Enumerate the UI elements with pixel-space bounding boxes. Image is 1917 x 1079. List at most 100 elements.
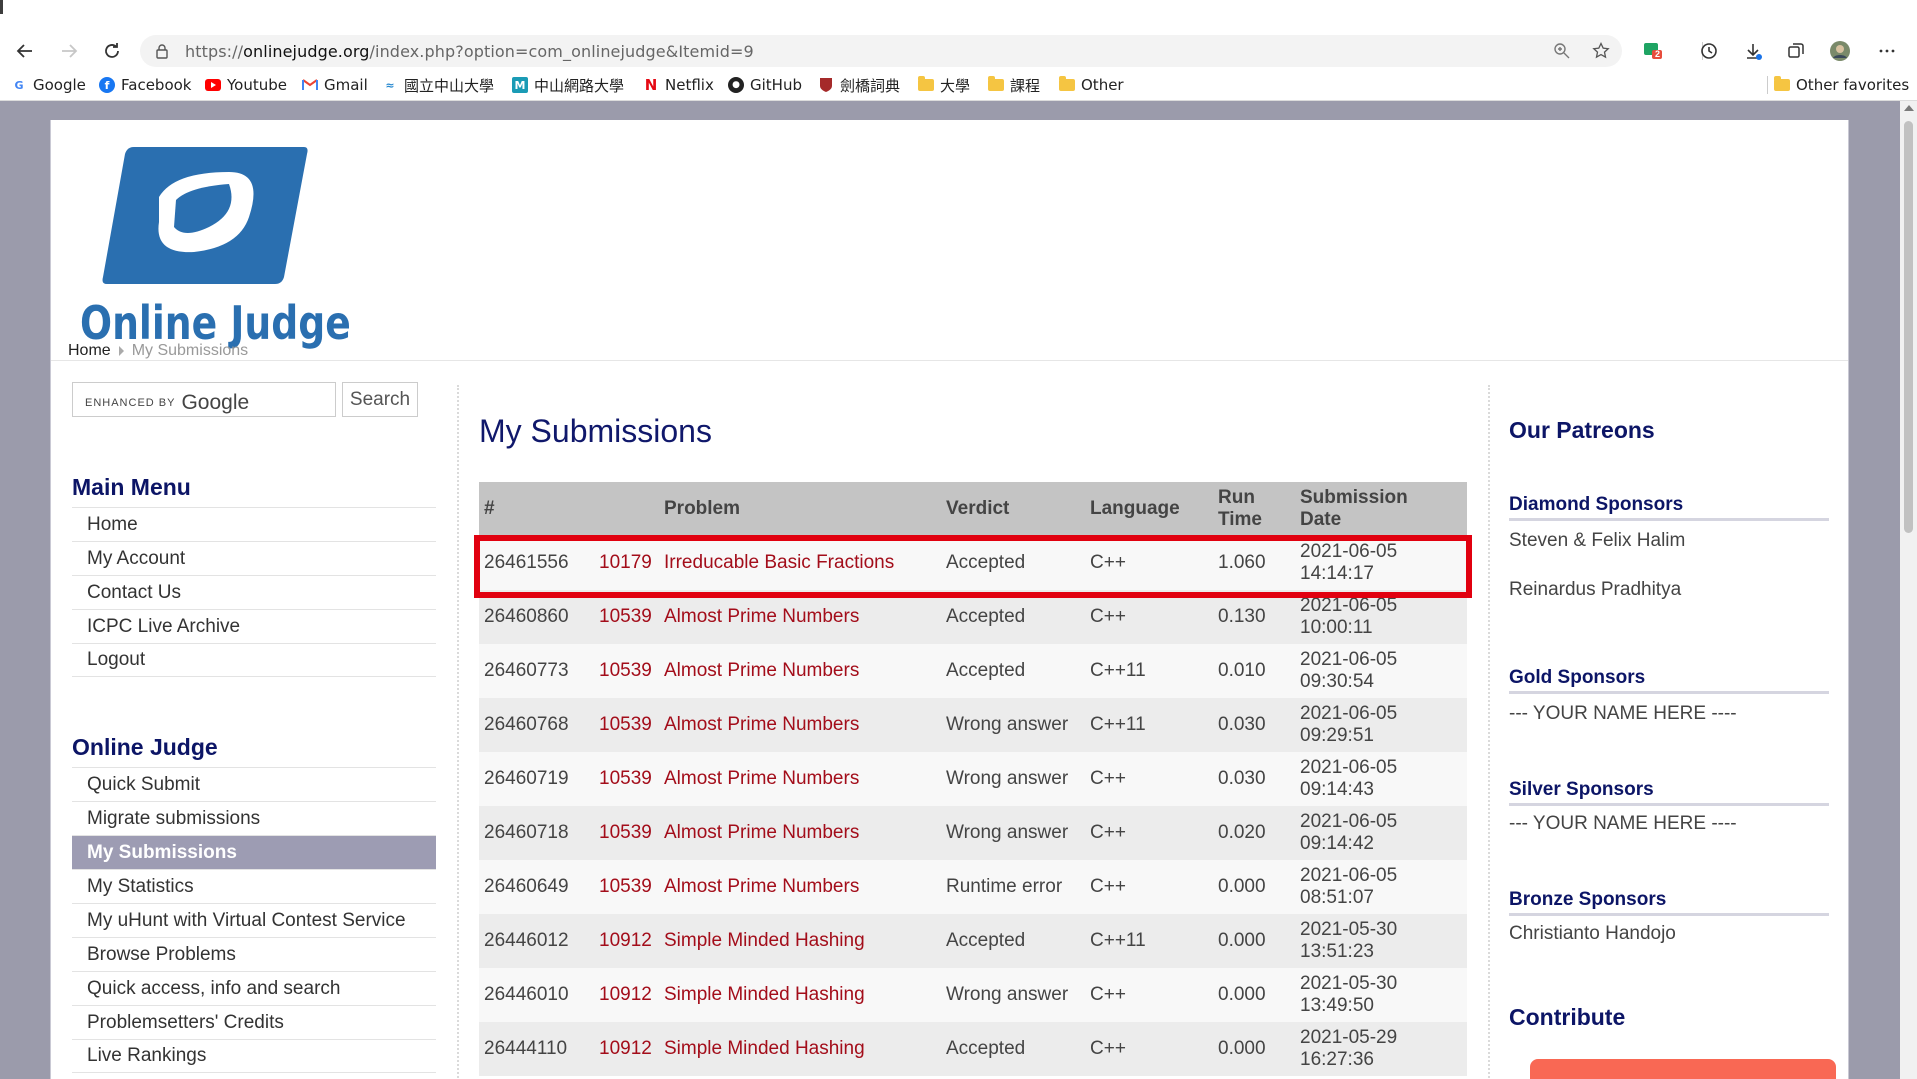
problem-id-link[interactable]: 10912 — [594, 914, 659, 968]
language: C++ — [1085, 536, 1213, 590]
bookmark-youtube[interactable]: Youtube — [205, 75, 287, 95]
problem-id-link[interactable]: 10539 — [594, 752, 659, 806]
enhanced-by-label: ENHANCED BY — [85, 397, 176, 409]
problem-id-link[interactable]: 10539 — [594, 590, 659, 644]
table-row: 26461556 10179 Irreducable Basic Fractio… — [479, 536, 1467, 590]
menu-item-migrate-submissions[interactable]: Migrate submissions — [72, 801, 436, 835]
bookmark-nsysu[interactable]: ≈ 國立中山大學 — [382, 75, 494, 95]
problem-name-link[interactable]: Almost Prime Numbers — [659, 644, 941, 698]
problem-name-link[interactable]: Almost Prime Numbers — [659, 590, 941, 644]
date-part: 2021-06-05 — [1300, 865, 1398, 886]
menu-item-live-rankings[interactable]: Live Rankings — [72, 1039, 436, 1073]
run-time: 0.000 — [1213, 914, 1295, 968]
extension-badge-icon[interactable]: 2 — [1642, 39, 1664, 61]
problem-name-link[interactable]: Simple Minded Hashing — [659, 1022, 941, 1076]
downloads-button[interactable] — [1737, 35, 1769, 67]
breadcrumb-home-link[interactable]: Home — [68, 342, 111, 360]
reload-button[interactable] — [96, 35, 128, 67]
menu-item-my-statistics[interactable]: My Statistics — [72, 869, 436, 903]
verdict: Accepted — [941, 914, 1085, 968]
problem-id-link[interactable]: 10179 — [594, 536, 659, 590]
problem-id-link[interactable]: 10539 — [594, 806, 659, 860]
history-button[interactable] — [1693, 35, 1725, 67]
problem-name-link[interactable]: Almost Prime Numbers — [659, 860, 941, 914]
submission-id: 26460768 — [479, 698, 594, 752]
date-part: 2021-06-05 — [1300, 703, 1398, 724]
date-part: 2021-06-05 — [1300, 595, 1398, 616]
search-button[interactable]: Search — [342, 382, 418, 417]
menu-item-browse-problems[interactable]: Browse Problems — [72, 937, 436, 971]
back-button[interactable] — [9, 35, 41, 67]
time-part: 08:51:07 — [1300, 887, 1374, 908]
submission-date: 2021-06-05 10:00:11 — [1295, 590, 1467, 644]
problem-id-link[interactable]: 10539 — [594, 644, 659, 698]
problem-name-link[interactable]: Simple Minded Hashing — [659, 968, 941, 1022]
menu-item-contact-us[interactable]: Contact Us — [72, 575, 436, 609]
submission-date: 2021-05-29 16:27:36 — [1295, 1022, 1467, 1076]
language: C++ — [1085, 860, 1213, 914]
bookmark-netflix[interactable]: N Netflix — [643, 75, 714, 95]
bookmark-facebook[interactable]: f Facebook — [99, 75, 191, 95]
submission-date: 2021-06-05 09:30:54 — [1295, 644, 1467, 698]
menu-item-quick-submit[interactable]: Quick Submit — [72, 767, 436, 801]
bookmark-cyber-univ[interactable]: M 中山網路大學 — [512, 75, 624, 95]
problem-id-link[interactable]: 10912 — [594, 1022, 659, 1076]
submission-id: 26461556 — [479, 536, 594, 590]
run-time: 0.020 — [1213, 806, 1295, 860]
settings-more-button[interactable] — [1871, 35, 1903, 67]
scrollbar-thumb[interactable] — [1904, 121, 1913, 533]
scroll-up-arrow-icon[interactable] — [1904, 105, 1914, 111]
bookmark-folder-other[interactable]: Other — [1059, 75, 1124, 95]
bookmark-folder-courses[interactable]: 課程 — [988, 75, 1040, 95]
menu-item-my-account[interactable]: My Account — [72, 541, 436, 575]
menu-item-my-submissions[interactable]: My Submissions — [72, 835, 436, 869]
column-header-submission-date: Submission Date — [1295, 482, 1467, 536]
patreon-donate-button[interactable] — [1530, 1059, 1836, 1079]
menu-item-quick-access[interactable]: Quick access, info and search — [72, 971, 436, 1005]
collections-button[interactable] — [1780, 35, 1812, 67]
column-header-language: Language — [1085, 482, 1213, 536]
menu-item-logout[interactable]: Logout — [72, 643, 436, 677]
favorite-star-icon[interactable] — [1592, 42, 1610, 60]
lock-icon[interactable] — [154, 43, 170, 59]
silver-sponsors-heading: Silver Sponsors — [1509, 779, 1829, 806]
problem-name-link[interactable]: Simple Minded Hashing — [659, 914, 941, 968]
problem-name-link[interactable]: Irreducable Basic Fractions — [659, 536, 941, 590]
problem-id-link[interactable]: 10539 — [594, 860, 659, 914]
netflix-icon: N — [644, 76, 658, 94]
gold-sponsors-heading: Gold Sponsors — [1509, 667, 1829, 694]
table-row: 26460773 10539 Almost Prime Numbers Acce… — [479, 644, 1467, 698]
verdict: Wrong answer — [941, 806, 1085, 860]
google-wordmark: Google — [181, 391, 250, 414]
menu-item-icpc-live-archive[interactable]: ICPC Live Archive — [72, 609, 436, 643]
forward-button[interactable] — [53, 35, 85, 67]
bookmark-gmail[interactable]: Gmail — [302, 75, 368, 95]
bookmark-github[interactable]: ● GitHub — [728, 75, 802, 95]
language: C++11 — [1085, 914, 1213, 968]
bookmark-google[interactable]: G Google — [11, 75, 85, 95]
profile-avatar[interactable] — [1824, 35, 1856, 67]
table-header-row: # Problem Verdict Language Run Time Submi… — [479, 482, 1467, 536]
youtube-icon — [205, 77, 221, 93]
problem-name-link[interactable]: Almost Prime Numbers — [659, 806, 941, 860]
problem-name-link[interactable]: Almost Prime Numbers — [659, 698, 941, 752]
folder-icon — [918, 76, 934, 93]
address-bar[interactable]: https://onlinejudge.org/index.php?option… — [140, 35, 1622, 67]
problem-id-link[interactable]: 10912 — [594, 968, 659, 1022]
menu-item-problemsetters-credits[interactable]: Problemsetters' Credits — [72, 1005, 436, 1039]
submission-id: 26446010 — [479, 968, 594, 1022]
problem-name-link[interactable]: Almost Prime Numbers — [659, 752, 941, 806]
url-text[interactable]: https://onlinejudge.org/index.php?option… — [185, 42, 754, 61]
menu-item-uhunt[interactable]: My uHunt with Virtual Contest Service — [72, 903, 436, 937]
submission-id: 26460773 — [479, 644, 594, 698]
date-part: 2021-06-05 — [1300, 541, 1398, 562]
page-scrollbar[interactable] — [1900, 101, 1917, 1079]
menu-item-home[interactable]: Home — [72, 507, 436, 541]
google-search-input[interactable]: ENHANCED BY Google — [72, 382, 336, 417]
bookmark-folder-university[interactable]: 大學 — [918, 75, 970, 95]
zoom-icon[interactable] — [1553, 42, 1571, 60]
problem-id-link[interactable]: 10539 — [594, 698, 659, 752]
verdict: Wrong answer — [941, 752, 1085, 806]
other-favorites-folder[interactable]: Other favorites — [1774, 75, 1909, 95]
bookmark-cambridge[interactable]: 劍橋詞典 — [818, 75, 900, 95]
